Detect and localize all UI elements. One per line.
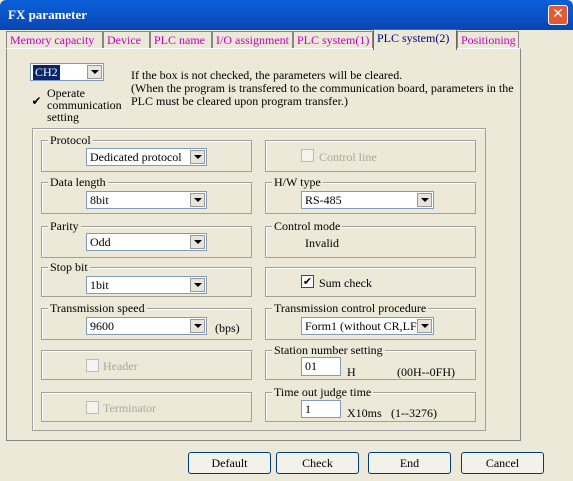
tab-plc-system-1[interactable]: PLC system(1) <box>293 31 373 49</box>
check-button[interactable]: Check <box>276 452 359 474</box>
speed-value: 9600 <box>90 319 114 333</box>
title-bar: FX parameter ✕ <box>0 0 573 30</box>
close-icon: ✕ <box>552 6 564 22</box>
header-group <box>41 350 252 380</box>
chevron-down-icon <box>417 193 432 207</box>
terminator-label: Terminator <box>103 401 157 415</box>
stop-bit-value: 1bit <box>90 278 109 292</box>
control-mode-label: Control mode <box>272 219 343 234</box>
parity-select[interactable]: Odd <box>86 233 207 251</box>
channel-select[interactable]: CH2 <box>30 63 104 81</box>
chevron-down-icon <box>190 193 205 207</box>
control-mode-group: Control mode <box>265 219 476 258</box>
sum-check-checkbox[interactable]: ✔ <box>301 275 314 288</box>
timeout-input[interactable]: 1 <box>301 400 341 418</box>
header-label: Header <box>103 359 138 373</box>
chevron-down-icon <box>87 65 102 79</box>
protocol-select[interactable]: Dedicated protocol <box>86 148 207 166</box>
protocol-label: Protocol <box>48 133 93 148</box>
protocol-value: Dedicated protocol <box>90 150 182 164</box>
chevron-down-icon <box>190 235 205 249</box>
close-button[interactable]: ✕ <box>548 5 568 25</box>
header-checkbox[interactable] <box>86 359 99 372</box>
parity-value: Odd <box>90 235 111 249</box>
control-line-label: Control line <box>319 150 377 164</box>
hw-type-label: H/W type <box>272 175 323 190</box>
tx-control-select[interactable]: Form1 (without CR,LF) <box>301 317 434 335</box>
timeout-unit: X10ms <box>347 406 382 420</box>
tx-control-label: Transmission control procedure <box>272 301 429 316</box>
tab-device[interactable]: Device <box>103 31 150 49</box>
parity-label: Parity <box>48 219 81 234</box>
operate-checkbox[interactable]: ✔ <box>30 95 43 109</box>
timeout-label: Time out judge time <box>272 385 374 400</box>
sum-check-label: Sum check <box>319 276 372 290</box>
operate-label-3: setting <box>47 110 79 124</box>
window-title: FX parameter <box>8 7 88 22</box>
timeout-range: (1--3276) <box>391 406 437 420</box>
speed-unit: (bps) <box>215 321 240 335</box>
station-label: Station number setting <box>272 343 385 358</box>
station-unit: H <box>347 365 356 379</box>
chevron-down-icon <box>190 278 205 292</box>
tab-positioning[interactable]: Positioning <box>457 31 519 49</box>
data-length-select[interactable]: 8bit <box>86 191 207 209</box>
info-text-3: PLC must be cleared upon program transfe… <box>131 94 348 108</box>
speed-select[interactable]: 9600 <box>86 317 207 335</box>
control-line-checkbox[interactable] <box>301 149 314 162</box>
hw-type-value: RS-485 <box>305 193 342 207</box>
hw-type-select[interactable]: RS-485 <box>301 191 434 209</box>
station-range: (00H--0FH) <box>397 365 455 379</box>
speed-label: Transmission speed <box>48 301 147 316</box>
chevron-down-icon <box>190 319 205 333</box>
end-button[interactable]: End <box>368 452 451 474</box>
cancel-button[interactable]: Cancel <box>461 452 544 474</box>
stop-bit-label: Stop bit <box>48 260 90 275</box>
data-length-label: Data length <box>48 175 108 190</box>
chevron-down-icon <box>190 150 205 164</box>
stop-bit-select[interactable]: 1bit <box>86 276 207 294</box>
channel-value: CH2 <box>33 65 60 80</box>
control-mode-value: Invalid <box>305 236 339 250</box>
terminator-checkbox[interactable] <box>86 401 99 414</box>
tab-plc-name[interactable]: PLC name <box>150 31 212 49</box>
tab-memory-capacity[interactable]: Memory capacity <box>6 31 103 49</box>
tab-plc-system-2[interactable]: PLC system(2) <box>373 29 457 50</box>
default-button[interactable]: Default <box>188 452 271 474</box>
tx-control-value: Form1 (without CR,LF) <box>305 319 421 333</box>
tab-io-assignment[interactable]: I/O assignment <box>212 31 293 49</box>
chevron-down-icon <box>417 319 432 333</box>
station-number-input[interactable]: 01 <box>301 357 341 376</box>
data-length-value: 8bit <box>90 193 109 207</box>
